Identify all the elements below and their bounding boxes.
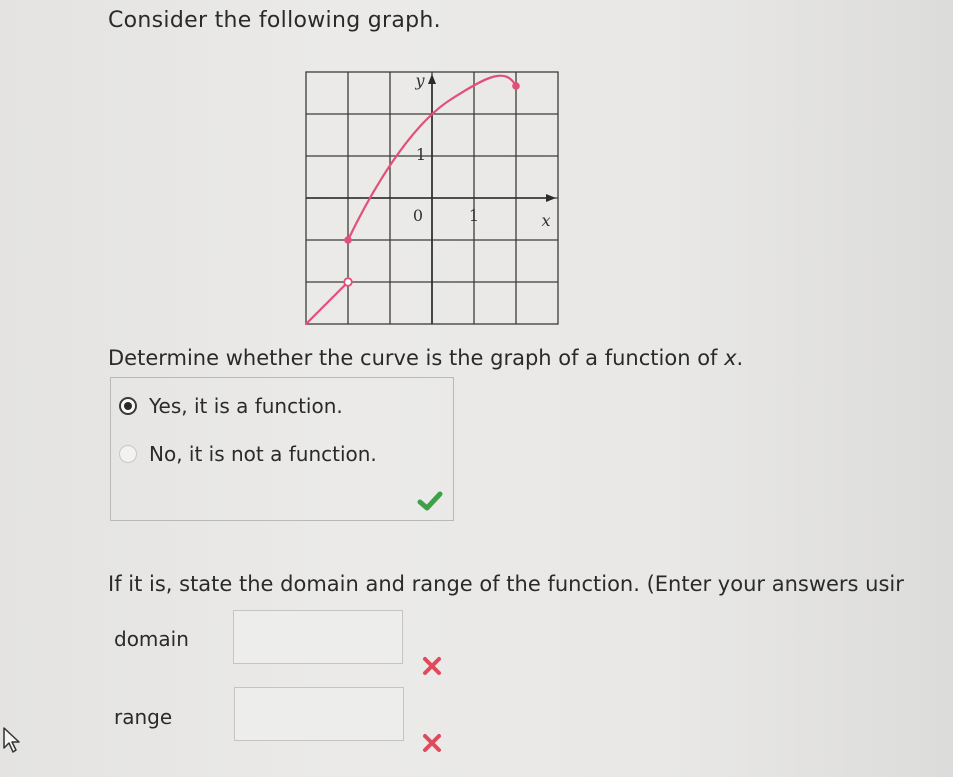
range-label: range (114, 705, 173, 729)
tick-label-x-1: 1 (469, 206, 479, 225)
question-text: Determine whether the curve is the graph… (108, 346, 743, 370)
y-axis-arrow-icon (428, 74, 436, 84)
choice-no-label: No, it is not a function. (149, 442, 377, 466)
radio-no[interactable] (119, 445, 137, 463)
choice-no[interactable]: No, it is not a function. (119, 442, 377, 466)
closed-endpoint-left (344, 236, 352, 244)
choice-group: Yes, it is a function. No, it is not a f… (110, 377, 454, 521)
question-variable: x (724, 346, 737, 370)
tick-label-origin: 0 (413, 206, 423, 225)
mouse-pointer-icon (3, 727, 20, 753)
curve-lower-segment (304, 280, 350, 326)
closed-endpoint-right (512, 82, 520, 90)
checkmark-icon (417, 491, 443, 511)
question-text-end: . (736, 346, 744, 370)
domain-incorrect-x-icon (423, 657, 441, 675)
domain-label: domain (114, 627, 189, 651)
x-axis-label: x (541, 211, 550, 230)
radio-yes[interactable] (119, 397, 137, 415)
tick-label-y-1: 1 (416, 145, 426, 164)
x-axis-arrow-icon (546, 194, 556, 202)
problem-intro: Consider the following graph. (108, 8, 441, 33)
question-text-main: Determine whether the curve is the graph… (108, 346, 725, 370)
domain-range-prompt: If it is, state the domain and range of … (108, 572, 904, 596)
choice-yes[interactable]: Yes, it is a function. (119, 394, 343, 418)
graph-curve (304, 74, 518, 326)
range-input[interactable] (234, 687, 404, 741)
y-axis-label: y (414, 71, 425, 90)
domain-input[interactable] (233, 610, 403, 664)
function-graph: 1 0 1 y x (304, 71, 559, 326)
choice-yes-label: Yes, it is a function. (149, 394, 343, 418)
open-endpoint (343, 277, 353, 287)
range-incorrect-x-icon (423, 734, 441, 752)
